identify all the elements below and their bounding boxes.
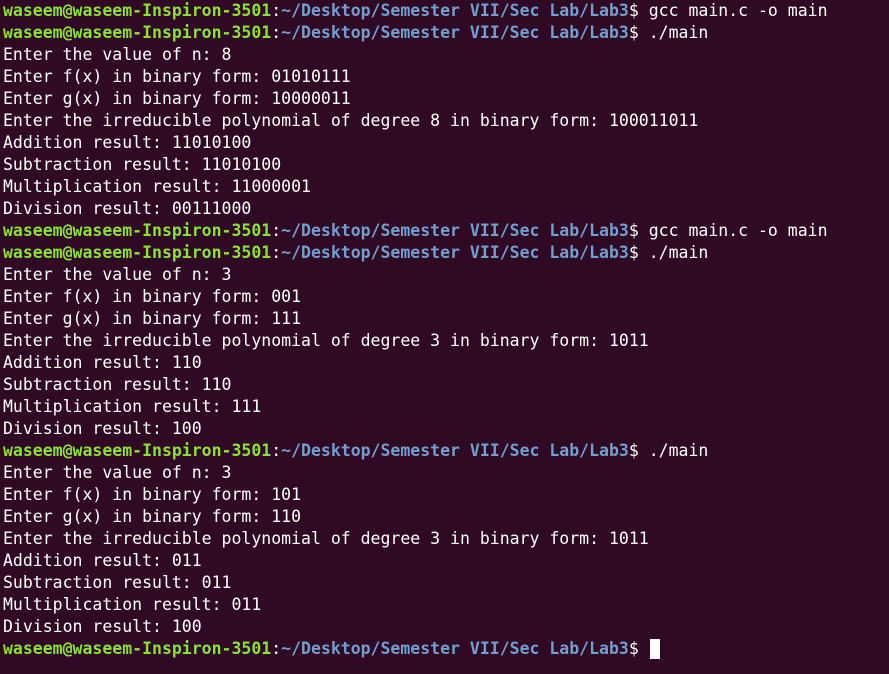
- output-text: Multiplication result: 011: [3, 595, 262, 614]
- output-line: Enter g(x) in binary form: 10000011: [3, 88, 889, 110]
- prompt-dollar: $: [628, 243, 649, 262]
- output-line: Subtraction result: 011: [3, 572, 889, 594]
- output-text: Division result: 00111000: [3, 199, 252, 218]
- output-text: Enter f(x) in binary form: 001: [3, 287, 302, 306]
- prompt-line: waseem@waseem-Inspiron-3501: ~/Desktop/Se…: [3, 0, 889, 22]
- output-line: Division result: 100: [3, 616, 889, 638]
- output-line: Multiplication result: 111: [3, 396, 889, 418]
- output-text: Multiplication result: 11000001: [3, 177, 311, 196]
- prompt-dollar: $: [628, 441, 649, 460]
- prompt-user-host: waseem@waseem-Inspiron-3501: [3, 221, 272, 240]
- prompt-user-host: waseem@waseem-Inspiron-3501: [3, 243, 272, 262]
- command-text: ./main: [648, 441, 709, 460]
- prompt-path: ~/Desktop/Semester VII/Sec Lab/Lab3: [281, 23, 629, 42]
- output-text: Subtraction result: 110: [3, 375, 232, 394]
- output-text: Enter f(x) in binary form: 01010111: [3, 67, 351, 86]
- output-text: Enter g(x) in binary form: 10000011: [3, 89, 351, 108]
- output-line: Enter f(x) in binary form: 01010111: [3, 66, 889, 88]
- prompt-user-host: waseem@waseem-Inspiron-3501: [3, 639, 272, 658]
- output-line: Enter f(x) in binary form: 101: [3, 484, 889, 506]
- prompt-separator: :: [271, 441, 282, 460]
- output-line: Multiplication result: 011: [3, 594, 889, 616]
- output-text: Enter the irreducible polynomial of degr…: [3, 529, 649, 548]
- output-line: Enter the value of n: 8: [3, 44, 889, 66]
- output-line: Addition result: 011: [3, 550, 889, 572]
- output-line: Subtraction result: 11010100: [3, 154, 889, 176]
- output-text: Enter the value of n: 8: [3, 45, 232, 64]
- output-text: Enter g(x) in binary form: 111: [3, 309, 302, 328]
- output-text: Addition result: 110: [3, 353, 202, 372]
- prompt-user-host: waseem@waseem-Inspiron-3501: [3, 1, 272, 20]
- output-line: Division result: 00111000: [3, 198, 889, 220]
- prompt-line: waseem@waseem-Inspiron-3501: ~/Desktop/Se…: [3, 220, 889, 242]
- output-text: Addition result: 11010100: [3, 133, 252, 152]
- output-text: Enter the value of n: 3: [3, 265, 232, 284]
- prompt-user-host: waseem@waseem-Inspiron-3501: [3, 23, 272, 42]
- output-text: Enter the value of n: 3: [3, 463, 232, 482]
- output-line: Enter g(x) in binary form: 110: [3, 506, 889, 528]
- prompt-separator: :: [271, 221, 282, 240]
- prompt-line: waseem@waseem-Inspiron-3501: ~/Desktop/Se…: [3, 242, 889, 264]
- output-line: Division result: 100: [3, 418, 889, 440]
- prompt-separator: :: [271, 1, 282, 20]
- prompt-path: ~/Desktop/Semester VII/Sec Lab/Lab3: [281, 221, 629, 240]
- output-text: Subtraction result: 011: [3, 573, 232, 592]
- output-line: Multiplication result: 11000001: [3, 176, 889, 198]
- prompt-dollar: $: [628, 1, 649, 20]
- output-line: Enter the irreducible polynomial of degr…: [3, 528, 889, 550]
- prompt-dollar: $: [628, 639, 649, 658]
- prompt-path: ~/Desktop/Semester VII/Sec Lab/Lab3: [281, 1, 629, 20]
- output-text: Enter the irreducible polynomial of degr…: [3, 331, 649, 350]
- output-text: Addition result: 011: [3, 551, 202, 570]
- text-cursor[interactable]: [649, 639, 660, 659]
- output-text: Multiplication result: 111: [3, 397, 262, 416]
- output-line: Enter the value of n: 3: [3, 462, 889, 484]
- output-text: Division result: 100: [3, 617, 202, 636]
- output-line: Enter the irreducible polynomial of degr…: [3, 110, 889, 132]
- prompt-user-host: waseem@waseem-Inspiron-3501: [3, 441, 272, 460]
- output-text: Subtraction result: 11010100: [3, 155, 282, 174]
- prompt-dollar: $: [628, 221, 649, 240]
- output-text: Enter f(x) in binary form: 101: [3, 485, 302, 504]
- command-text: gcc main.c -o main: [648, 1, 828, 20]
- prompt-line: waseem@waseem-Inspiron-3501: ~/Desktop/Se…: [3, 22, 889, 44]
- prompt-dollar: $: [628, 23, 649, 42]
- terminal-window[interactable]: waseem@waseem-Inspiron-3501: ~/Desktop/Se…: [0, 0, 889, 674]
- prompt-line: waseem@waseem-Inspiron-3501: ~/Desktop/Se…: [3, 638, 889, 660]
- output-line: Subtraction result: 110: [3, 374, 889, 396]
- output-text: Enter g(x) in binary form: 110: [3, 507, 302, 526]
- command-text: gcc main.c -o main: [648, 221, 828, 240]
- output-text: Division result: 100: [3, 419, 202, 438]
- output-line: Enter the irreducible polynomial of degr…: [3, 330, 889, 352]
- output-text: Enter the irreducible polynomial of degr…: [3, 111, 699, 130]
- prompt-separator: :: [271, 639, 282, 658]
- output-line: Addition result: 110: [3, 352, 889, 374]
- output-line: Enter the value of n: 3: [3, 264, 889, 286]
- prompt-path: ~/Desktop/Semester VII/Sec Lab/Lab3: [281, 441, 629, 460]
- prompt-path: ~/Desktop/Semester VII/Sec Lab/Lab3: [281, 243, 629, 262]
- prompt-path: ~/Desktop/Semester VII/Sec Lab/Lab3: [281, 639, 629, 658]
- prompt-line: waseem@waseem-Inspiron-3501: ~/Desktop/Se…: [3, 440, 889, 462]
- prompt-separator: :: [271, 23, 282, 42]
- command-text: ./main: [648, 243, 709, 262]
- command-text: ./main: [648, 23, 709, 42]
- prompt-separator: :: [271, 243, 282, 262]
- output-line: Enter f(x) in binary form: 001: [3, 286, 889, 308]
- output-line: Enter g(x) in binary form: 111: [3, 308, 889, 330]
- output-line: Addition result: 11010100: [3, 132, 889, 154]
